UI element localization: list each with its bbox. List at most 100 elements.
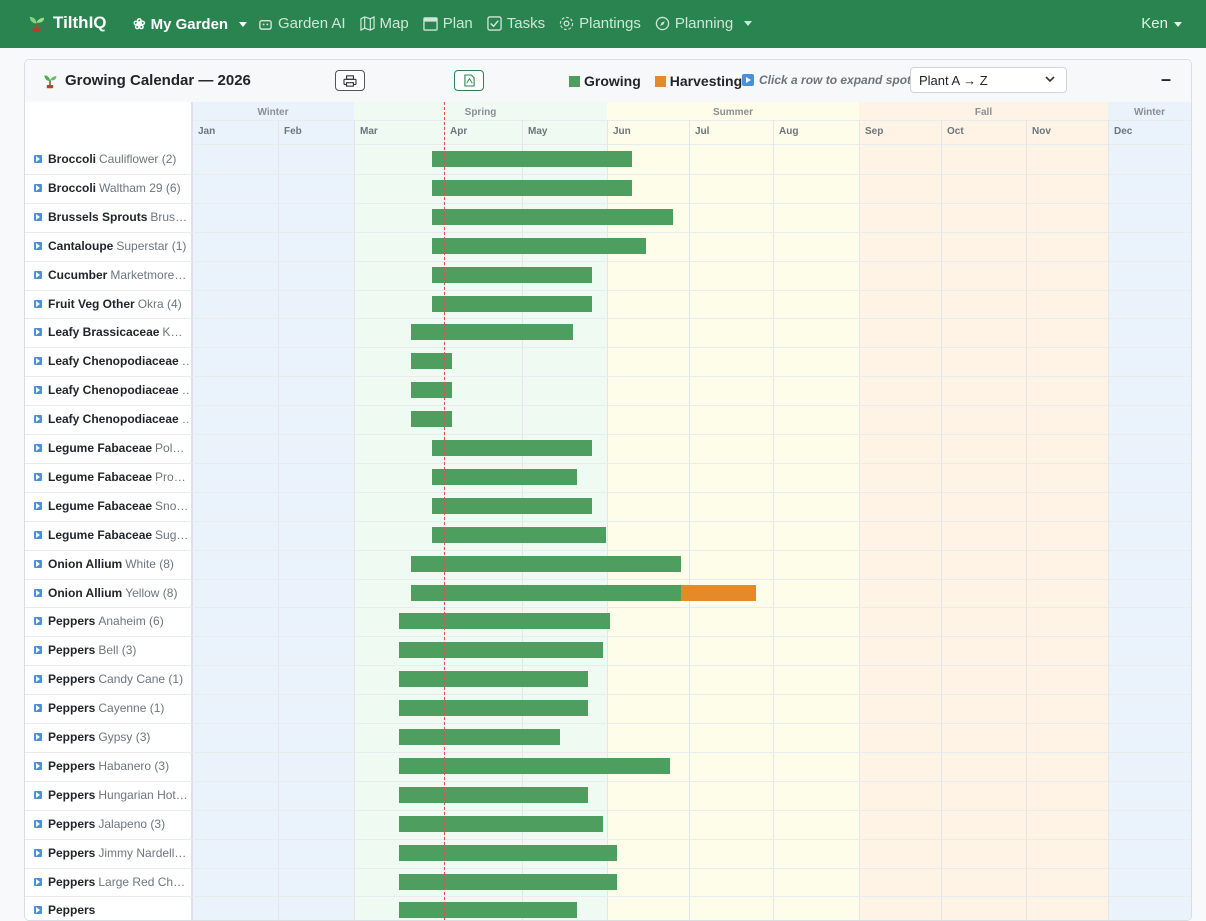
- expand-icon[interactable]: [34, 501, 42, 510]
- expand-icon[interactable]: [34, 646, 42, 655]
- brand-link[interactable]: TilthIQ: [27, 13, 107, 33]
- growing-bar[interactable]: [432, 295, 592, 312]
- expand-icon[interactable]: [34, 848, 42, 857]
- planting-row[interactable]: Peppers Large Red Cher…: [34, 868, 189, 896]
- planting-row[interactable]: Peppers: [34, 896, 189, 920]
- expand-icon[interactable]: [34, 877, 42, 886]
- expand-icon[interactable]: [34, 386, 42, 395]
- expand-icon[interactable]: [34, 212, 42, 221]
- growing-bar[interactable]: [410, 382, 452, 399]
- growing-bar[interactable]: [432, 497, 592, 514]
- growing-bar[interactable]: [432, 208, 673, 225]
- row-divider: [25, 549, 1191, 551]
- growing-bar[interactable]: [410, 324, 573, 341]
- expand-icon[interactable]: [34, 906, 42, 915]
- growing-bar[interactable]: [399, 671, 589, 688]
- user-menu[interactable]: Ken: [1141, 15, 1182, 32]
- planting-row[interactable]: Onion Allium White (8): [34, 550, 189, 578]
- expand-icon[interactable]: [34, 617, 42, 626]
- growing-bar[interactable]: [399, 873, 617, 890]
- season-label: Winter: [1133, 107, 1166, 118]
- print-button[interactable]: [335, 70, 365, 91]
- expand-icon[interactable]: [34, 155, 42, 163]
- growing-bar[interactable]: [399, 786, 589, 803]
- nav-item-tasks[interactable]: Tasks: [487, 15, 545, 32]
- nav-item-map[interactable]: Map: [359, 15, 409, 32]
- growing-bar[interactable]: [399, 757, 671, 774]
- expand-icon[interactable]: [34, 241, 42, 250]
- growing-bar[interactable]: [432, 179, 633, 196]
- nav-item-garden-ai[interactable]: Garden AI: [258, 15, 346, 32]
- planting-row[interactable]: Onion Allium Yellow (8): [34, 579, 189, 607]
- growing-bar[interactable]: [432, 151, 633, 167]
- expand-icon[interactable]: [34, 270, 42, 279]
- nav-item-plan[interactable]: Plan: [423, 15, 473, 32]
- growing-bar[interactable]: [432, 526, 607, 543]
- growing-bar[interactable]: [399, 642, 603, 659]
- expand-icon[interactable]: [34, 357, 42, 366]
- growing-bar[interactable]: [399, 700, 589, 717]
- garden-selector[interactable]: ❀ My Garden: [133, 15, 248, 33]
- planting-row[interactable]: Leafy BrassicaceaeKale…: [34, 318, 189, 346]
- expand-icon[interactable]: [34, 415, 42, 424]
- export-pdf-button[interactable]: [454, 70, 484, 91]
- nav-item-planning[interactable]: Planning: [655, 15, 753, 32]
- planting-row[interactable]: Peppers Jimmy Nardello…: [34, 839, 189, 867]
- expand-icon[interactable]: [34, 733, 42, 741]
- expand-icon[interactable]: [34, 299, 42, 308]
- row-divider: [25, 289, 1191, 291]
- planting-row[interactable]: Broccoli Cauliflower (2): [34, 145, 189, 173]
- growing-bar[interactable]: [410, 555, 681, 572]
- growing-bar[interactable]: [432, 266, 592, 283]
- planting-row[interactable]: Peppers Bell (3): [34, 636, 189, 664]
- growing-bar[interactable]: [410, 584, 681, 601]
- expand-icon[interactable]: [34, 559, 42, 568]
- planting-row[interactable]: Legume FabaceaeSuga…: [34, 521, 189, 549]
- planting-row[interactable]: Broccoli Waltham 29 (6): [34, 174, 189, 202]
- expand-icon[interactable]: [34, 444, 42, 452]
- planting-row[interactable]: Peppers Cayenne (1): [34, 694, 189, 722]
- expand-icon[interactable]: [34, 790, 42, 799]
- growing-bar[interactable]: [432, 237, 647, 254]
- planting-row[interactable]: Cantaloupe Superstar (1): [34, 232, 189, 260]
- sort-select[interactable]: Plant A → Z: [910, 67, 1067, 93]
- planting-row[interactable]: Peppers Jalapeno (3): [34, 810, 189, 838]
- plant-name: Legume Fabaceae: [48, 441, 153, 455]
- planting-row[interactable]: Peppers Habanero (3): [34, 752, 189, 780]
- expand-icon[interactable]: [34, 328, 42, 337]
- growing-bar[interactable]: [399, 902, 578, 919]
- growing-bar[interactable]: [432, 440, 592, 456]
- collapse-button[interactable]: –: [1161, 69, 1171, 90]
- growing-bar[interactable]: [410, 353, 452, 370]
- planting-row[interactable]: Legume FabaceaeSnow…: [34, 492, 189, 520]
- growing-bar[interactable]: [432, 468, 578, 485]
- growing-bar[interactable]: [399, 844, 617, 861]
- growing-bar[interactable]: [399, 815, 603, 832]
- planting-row[interactable]: Leafy Chenopodiaceae…: [34, 405, 189, 433]
- planting-row[interactable]: Leafy Chenopodiaceae…: [34, 376, 189, 404]
- growing-bar[interactable]: [399, 613, 611, 630]
- planting-row[interactable]: Peppers Gypsy (3): [34, 723, 189, 751]
- planting-row[interactable]: Legume FabaceaePole …: [34, 434, 189, 462]
- expand-icon[interactable]: [34, 183, 42, 192]
- growing-bar[interactable]: [410, 411, 452, 428]
- planting-row[interactable]: Legume FabaceaeProvi…: [34, 463, 189, 491]
- planting-row[interactable]: Cucumber Marketmore…: [34, 261, 189, 289]
- nav-item-plantings[interactable]: Plantings: [559, 15, 641, 32]
- planting-row[interactable]: Peppers Candy Cane (1): [34, 665, 189, 693]
- row-divider: [25, 838, 1191, 840]
- harvesting-bar[interactable]: [680, 584, 757, 601]
- expand-icon[interactable]: [34, 704, 42, 713]
- growing-bar[interactable]: [399, 729, 561, 745]
- planting-row[interactable]: Peppers Hungarian Hot …: [34, 781, 189, 809]
- planting-row[interactable]: Fruit Veg Other Okra (4): [34, 290, 189, 318]
- planting-row[interactable]: Peppers Anaheim (6): [34, 607, 189, 635]
- expand-icon[interactable]: [34, 588, 42, 597]
- expand-icon[interactable]: [34, 761, 42, 770]
- expand-icon[interactable]: [34, 530, 42, 539]
- expand-icon[interactable]: [34, 472, 42, 481]
- expand-icon[interactable]: [34, 819, 42, 828]
- planting-row[interactable]: Leafy Chenopodiaceae…: [34, 347, 189, 375]
- expand-icon[interactable]: [34, 675, 42, 684]
- planting-row[interactable]: Brussels SproutsBrusse…: [34, 203, 189, 231]
